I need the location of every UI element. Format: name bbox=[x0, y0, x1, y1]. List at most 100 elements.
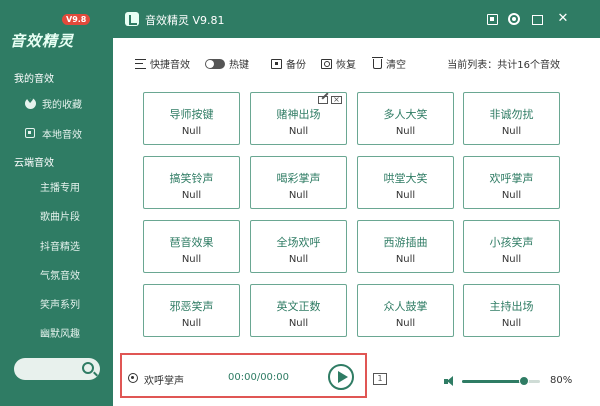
sound-name: 全场欢呼 bbox=[276, 236, 321, 249]
title-bar: 音效精灵 V9.81 ✕ bbox=[113, 0, 600, 38]
sound-card[interactable]: 小孩笑声 Null bbox=[463, 220, 560, 273]
sound-card[interactable]: 多人大笑 Null bbox=[357, 92, 454, 145]
settings-icon[interactable] bbox=[508, 13, 520, 25]
current-track: 欢呼掌声 bbox=[144, 376, 184, 387]
hotkey-label: 热键 bbox=[229, 60, 249, 71]
sound-card[interactable]: 非诚勿扰 Null bbox=[463, 92, 560, 145]
sound-name: 非诚勿扰 bbox=[489, 108, 534, 121]
hotkey-value: Null bbox=[395, 254, 416, 265]
list-count: 当前列表：共计16个音效 bbox=[447, 60, 560, 71]
sidebar-item-favorites[interactable]: 我的收藏 bbox=[0, 92, 113, 114]
backup-icon bbox=[271, 58, 282, 69]
search-input[interactable] bbox=[14, 358, 100, 380]
close-icon[interactable]: ✕ bbox=[556, 12, 570, 26]
favorite-icon bbox=[24, 96, 36, 109]
edit-icon[interactable] bbox=[318, 96, 328, 104]
sound-card[interactable]: 众人鼓掌 Null bbox=[357, 284, 454, 337]
trash-icon bbox=[372, 56, 383, 69]
hotkey-value: Null bbox=[501, 190, 522, 201]
volume-slider[interactable] bbox=[462, 376, 540, 386]
version-badge: V9.8 bbox=[62, 14, 91, 25]
hotkey-value: Null bbox=[181, 126, 202, 137]
sound-name: 导师按键 bbox=[169, 108, 214, 121]
logo-text: 音效精灵 bbox=[10, 32, 75, 50]
sound-card[interactable]: 喝彩掌声 Null bbox=[250, 156, 347, 209]
minimize-button[interactable] bbox=[532, 15, 543, 25]
sound-name: 琶音效果 bbox=[169, 236, 214, 249]
hotkey-value: Null bbox=[288, 126, 309, 137]
sound-card[interactable]: 哄堂大笑 Null bbox=[357, 156, 454, 209]
sound-card[interactable]: 主持出场 Null bbox=[463, 284, 560, 337]
restore-label: 恢复 bbox=[336, 60, 356, 71]
sidebar-item-local[interactable]: 本地音效 bbox=[0, 122, 113, 144]
volume-handle[interactable] bbox=[519, 376, 530, 386]
sidebar-item-label: 本地音效 bbox=[42, 129, 82, 141]
sound-name: 众人鼓掌 bbox=[383, 300, 428, 313]
hotkey-value: Null bbox=[288, 318, 309, 329]
quick-sounds-button[interactable]: 快捷音效 bbox=[135, 56, 190, 71]
sidebar-item-douyin[interactable]: 抖音精选 bbox=[0, 234, 113, 256]
clear-button[interactable]: 清空 bbox=[372, 56, 406, 71]
logo: 音效精灵 V9.8 bbox=[8, 14, 108, 50]
sound-card[interactable]: 搞笑铃声 Null bbox=[143, 156, 240, 209]
section-cloud-sounds: 云端音效 bbox=[14, 158, 54, 169]
section-my-sounds: 我的音效 bbox=[14, 74, 54, 85]
repeat-icon[interactable]: 1 bbox=[373, 373, 387, 385]
toggle-icon[interactable] bbox=[205, 58, 225, 69]
hotkey-value: Null bbox=[395, 318, 416, 329]
sound-name: 邪恶笑声 bbox=[169, 300, 214, 313]
delete-icon[interactable]: × bbox=[331, 96, 342, 104]
clear-label: 清空 bbox=[386, 60, 406, 71]
hotkey-value: Null bbox=[395, 126, 416, 137]
list-icon bbox=[135, 58, 146, 69]
sound-name: 英文正数 bbox=[276, 300, 321, 313]
hotkey-value: Null bbox=[181, 190, 202, 201]
sound-name: 哄堂大笑 bbox=[383, 172, 428, 185]
sidebar-item-label: 我的收藏 bbox=[42, 99, 82, 111]
sound-name: 搞笑铃声 bbox=[169, 172, 214, 185]
backup-button[interactable]: 备份 bbox=[271, 56, 306, 71]
toolbar: 快捷音效 热键 备份 恢复 清空 当前列表：共计16个音效 bbox=[113, 52, 600, 74]
music-note-icon bbox=[128, 373, 138, 383]
sound-name: 小孩笑声 bbox=[489, 236, 534, 249]
backup-label: 备份 bbox=[286, 60, 306, 71]
sound-card[interactable]: 英文正数 Null bbox=[250, 284, 347, 337]
sidebar-item-laughter[interactable]: 笑声系列 bbox=[0, 292, 113, 314]
sidebar: 音效精灵 V9.8 我的音效 我的收藏 本地音效 云端音效 主播专用 歌曲片段 … bbox=[0, 0, 113, 406]
sidebar-item-atmosphere[interactable]: 气氛音效 bbox=[0, 263, 113, 285]
hotkey-value: Null bbox=[501, 126, 522, 137]
player-bar: 欢呼掌声 00:00/00:00 bbox=[120, 353, 367, 398]
sidebar-item-anchor[interactable]: 主播专用 bbox=[0, 175, 113, 197]
hotkey-value: Null bbox=[288, 190, 309, 201]
volume-icon[interactable] bbox=[444, 376, 456, 386]
play-button[interactable] bbox=[328, 364, 354, 390]
sound-name: 西游插曲 bbox=[383, 236, 428, 249]
app-icon bbox=[125, 12, 139, 26]
sound-card[interactable]: 邪恶笑声 Null bbox=[143, 284, 240, 337]
quick-sounds-label: 快捷音效 bbox=[150, 60, 190, 71]
sound-name: 欢呼掌声 bbox=[489, 172, 534, 185]
restore-icon bbox=[321, 58, 332, 69]
sound-grid: 导师按键 Null 赌神出场 Null × 多人大笑 Null 非诚勿扰 Null 搞笑铃声 Nul… bbox=[143, 92, 565, 338]
sound-card[interactable]: 琶音效果 Null bbox=[143, 220, 240, 273]
sidebar-item-humor[interactable]: 幽默风趣 bbox=[0, 321, 113, 343]
sound-card[interactable]: 欢呼掌声 Null bbox=[463, 156, 560, 209]
sound-name: 多人大笑 bbox=[383, 108, 428, 121]
hotkey-value: Null bbox=[181, 254, 202, 265]
window-title: 音效精灵 V9.81 bbox=[145, 14, 225, 27]
search-icon[interactable] bbox=[82, 362, 94, 374]
sound-card[interactable]: 导师按键 Null bbox=[143, 92, 240, 145]
hotkey-value: Null bbox=[181, 318, 202, 329]
sound-name: 喝彩掌声 bbox=[276, 172, 321, 185]
track-time: 00:00/00:00 bbox=[228, 372, 290, 383]
restore-button[interactable]: 恢复 bbox=[321, 56, 356, 71]
sound-card[interactable]: 赌神出场 Null × bbox=[250, 92, 347, 145]
sidebar-item-songs[interactable]: 歌曲片段 bbox=[0, 204, 113, 226]
sound-card[interactable]: 西游插曲 Null bbox=[357, 220, 454, 273]
volume-fill bbox=[462, 380, 525, 383]
sound-card[interactable]: 全场欢呼 Null bbox=[250, 220, 347, 273]
local-icon bbox=[24, 127, 36, 139]
skin-icon[interactable] bbox=[487, 14, 498, 25]
sound-name: 赌神出场 bbox=[276, 108, 321, 121]
hotkey-toggle[interactable]: 热键 bbox=[205, 56, 249, 71]
